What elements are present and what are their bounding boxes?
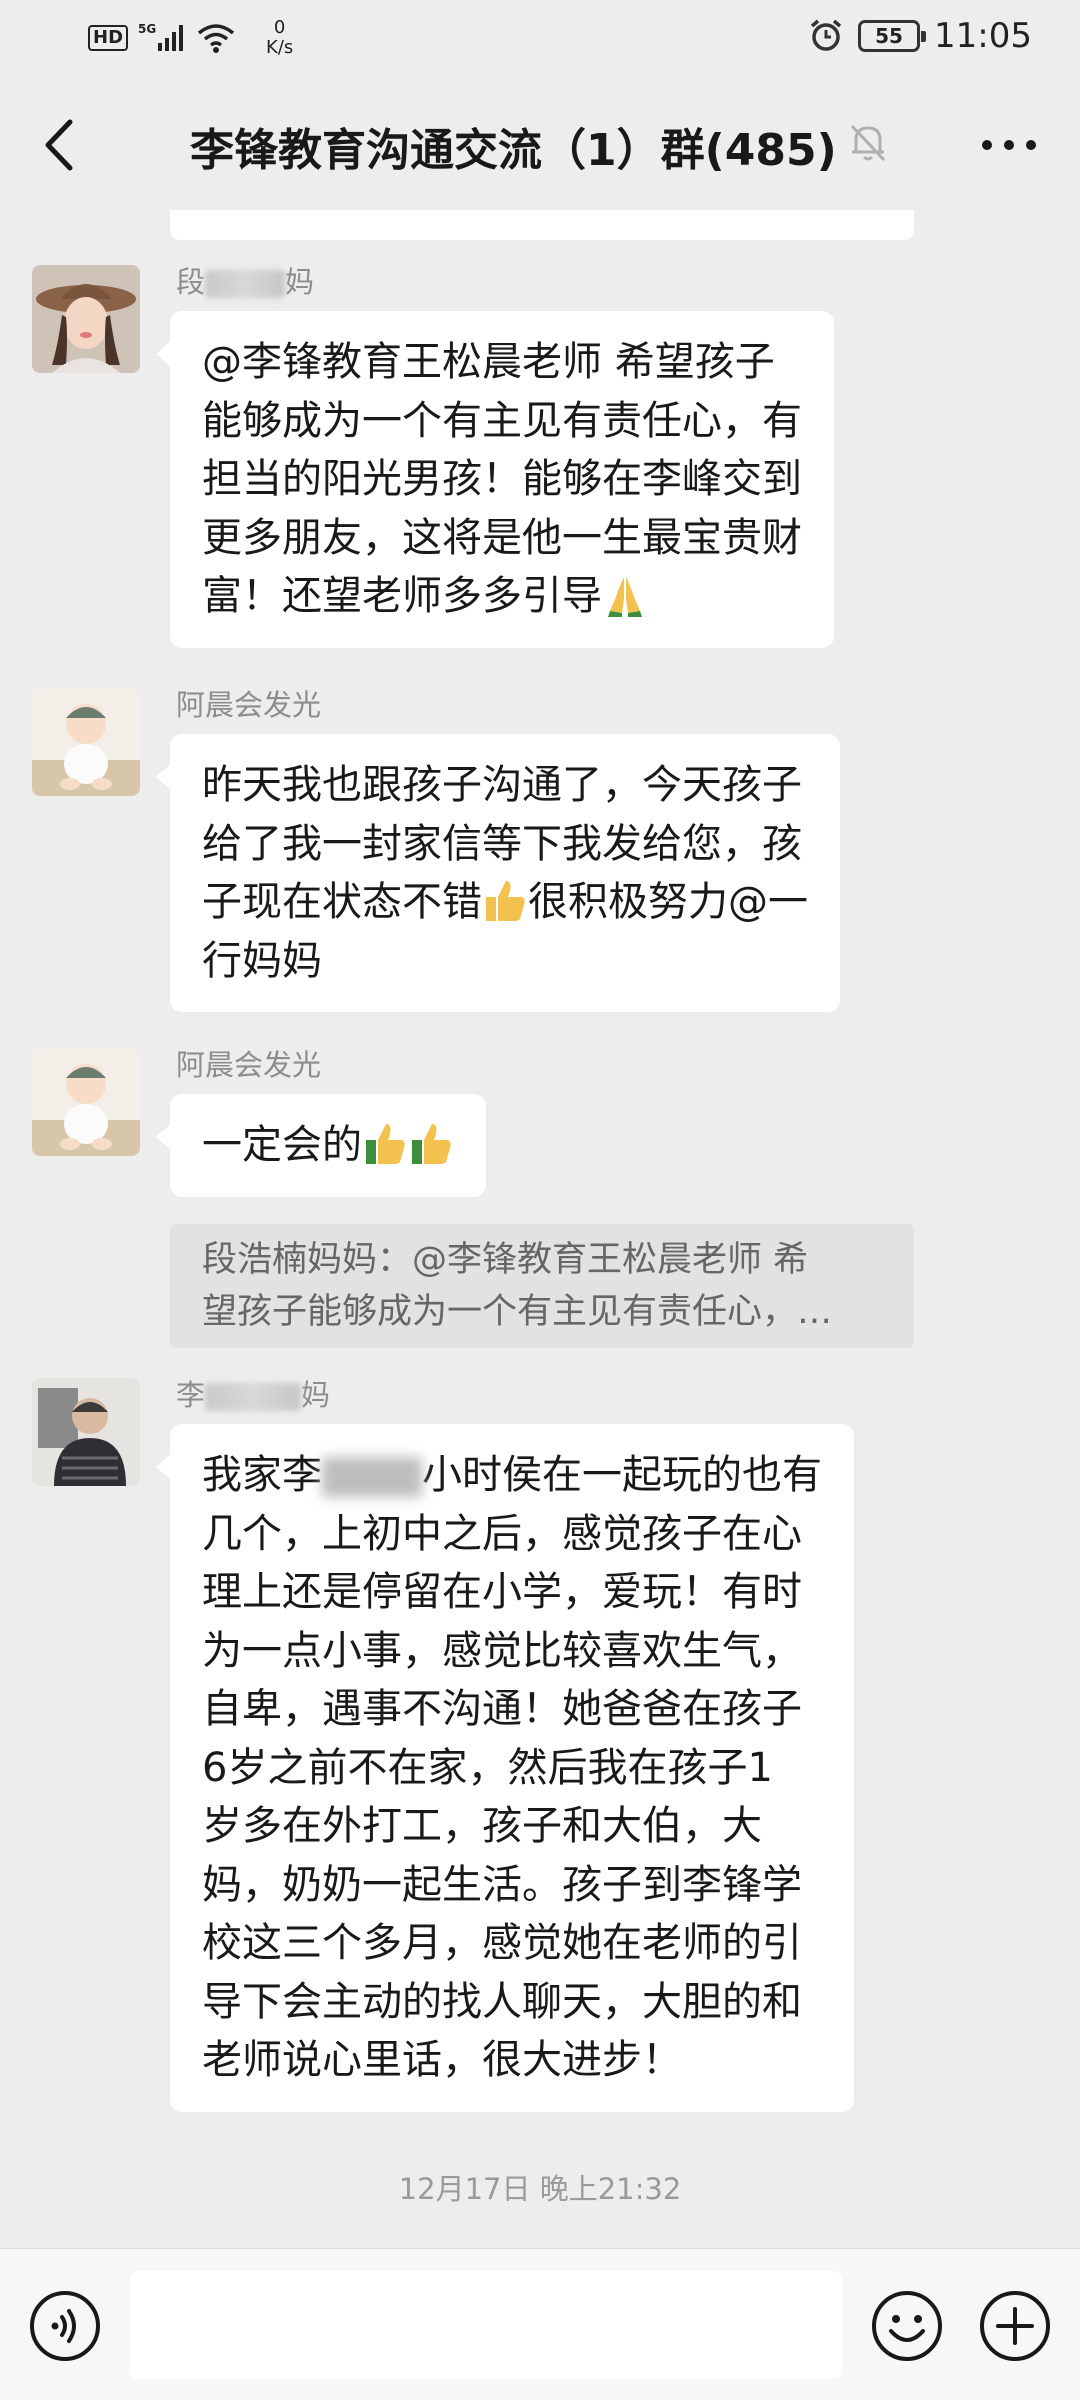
status-right: 55 11:05: [808, 16, 1032, 56]
avatar[interactable]: [32, 1048, 140, 1156]
quote-line: 段浩楠妈妈：@李锋教育王松晨老师 希: [202, 1240, 809, 1280]
back-arrow-icon[interactable]: [30, 110, 90, 180]
message-line: 我家李: [202, 1452, 322, 1498]
previous-message-bubble[interactable]: [170, 210, 914, 240]
message-line: 更多朋友，这将是他一生最宝贵财: [202, 514, 802, 561]
status-left: HD 5G 0 K/s: [88, 18, 293, 58]
message-line: 岁多在外打工，孩子和大伯，大: [202, 1803, 762, 1849]
net-speed-value: 0: [273, 17, 286, 38]
message-line: 很积极努力@一: [528, 879, 808, 925]
message-line-wrap: 富！还望老师多多引导: [202, 567, 802, 626]
sender-name-suffix: 妈: [301, 1378, 331, 1412]
message-line-wrap: 子现在状态不错 很积极努力@一: [202, 873, 808, 932]
quoted-message[interactable]: 段浩楠妈妈：@李锋教育王松晨老师 希 望孩子能够成为一个有主见有责任心，…: [170, 1224, 914, 1348]
avatar[interactable]: [32, 1378, 140, 1486]
sender-name: 段妈: [176, 259, 314, 301]
praying-hands-emoji: [608, 577, 642, 617]
message-line-wrap: 我家李 小时侯在一起玩的也有: [202, 1446, 822, 1505]
redacted-name: [322, 1457, 422, 1497]
title-bar: 李锋教育沟通交流（1）群(485): [0, 80, 1080, 210]
status-time: 11:05: [934, 16, 1032, 56]
wifi-icon: [197, 24, 235, 53]
signal-icon: 5G: [138, 22, 184, 51]
message-line: 校这三个多月，感觉她在老师的引: [202, 1920, 802, 1966]
mute-bell-icon: [850, 124, 886, 162]
message-line: 昨天我也跟孩子沟通了，今天孩子: [202, 762, 802, 808]
message-line: 行妈妈: [202, 937, 322, 984]
net-speed-unit: K/s: [266, 37, 294, 58]
input-bar: [0, 2248, 1080, 2400]
message-line: 理上还是停留在小学，爱玩！有时: [202, 1569, 802, 1615]
message-bubble[interactable]: @李锋教育王松晨老师 希望孩子 能够成为一个有主见有责任心，有 担当的阳光男孩！…: [156, 311, 834, 648]
emoji-icon[interactable]: [870, 2289, 944, 2363]
thumbs-up-emoji: [486, 881, 525, 921]
message-line: 妈，奶奶一起生活。孩子到李锋学: [202, 1861, 802, 1908]
thumbs-up-emoji: [366, 1124, 405, 1164]
more-icon[interactable]: [974, 120, 1044, 170]
quote-line: 望孩子能够成为一个有主见有责任心，…: [202, 1292, 833, 1332]
voice-icon[interactable]: [28, 2289, 102, 2363]
message-line: 能够成为一个有主见有责任心，有: [202, 397, 802, 444]
redacted-name: [205, 270, 286, 298]
avatar[interactable]: [32, 688, 140, 796]
message-line: 导下会主动的找人聊天，大胆的和: [202, 1978, 802, 2025]
status-bar: HD 5G 0 K/s 55 11:05: [0, 0, 1080, 80]
sender-name-suffix: 妈: [285, 265, 315, 299]
redacted-name: [205, 1383, 302, 1411]
message-line: 担当的阳光男孩！能够在李峰交到: [202, 456, 802, 502]
message-bubble[interactable]: 昨天我也跟孩子沟通了，今天孩子 给了我一封家信等下我发给您，孩 子现在状态不错 …: [156, 734, 840, 1012]
message-line: 小时侯在一起玩的也有: [422, 1452, 822, 1498]
sender-name: 阿晨会发光: [176, 1048, 322, 1082]
message-text: 一定会的: [202, 1122, 362, 1168]
net-speed: 0 K/s: [266, 18, 293, 58]
sender-name: 李妈: [176, 1372, 330, 1414]
message-line: 给了我一封家信等下我发给您，孩: [202, 820, 802, 867]
network-label: 5G: [138, 22, 156, 36]
message-line: 老师说心里话，很大进步！: [202, 2037, 682, 2083]
message-line: 6岁之前不在家，然后我在孩子1: [202, 1744, 773, 1791]
hd-indicator: HD: [88, 25, 129, 51]
battery-indicator: 55: [858, 20, 927, 52]
chat-title: 李锋教育沟通交流（1）群(485): [190, 125, 837, 176]
sender-name: 阿晨会发光: [176, 688, 322, 722]
message-line: 为一点小事，感觉比较喜欢生气，: [202, 1627, 802, 1674]
message-line: 几个，上初中之后，感觉孩子在心: [202, 1510, 802, 1557]
message-input[interactable]: [130, 2271, 842, 2379]
message-line: @李锋教育王松晨老师 希望孩子: [202, 339, 775, 385]
plus-icon[interactable]: [978, 2289, 1052, 2363]
timestamp: 12月17日 晚上21:32: [398, 2172, 682, 2206]
alarm-icon: [810, 19, 842, 51]
thumbs-up-emoji: [412, 1124, 451, 1164]
sender-name-visible: 李: [176, 1378, 206, 1412]
message-bubble[interactable]: 我家李 小时侯在一起玩的也有 几个，上初中之后，感觉孩子在心 理上还是停留在小学，…: [156, 1424, 854, 2112]
avatar[interactable]: [32, 265, 140, 373]
message-line: 自卑，遇事不沟通！她爸爸在孩子: [202, 1686, 802, 1732]
chat-area[interactable]: 段妈 @李锋教育王松晨老师 希望孩子 能够成为一个有主见有责任心，有 担当的阳光…: [0, 210, 1080, 2250]
message-line: 子现在状态不错: [202, 879, 482, 925]
sender-name-visible: 段: [176, 265, 206, 299]
message-line: 富！还望老师多多引导: [202, 573, 602, 619]
message-bubble[interactable]: 一定会的: [156, 1094, 486, 1197]
